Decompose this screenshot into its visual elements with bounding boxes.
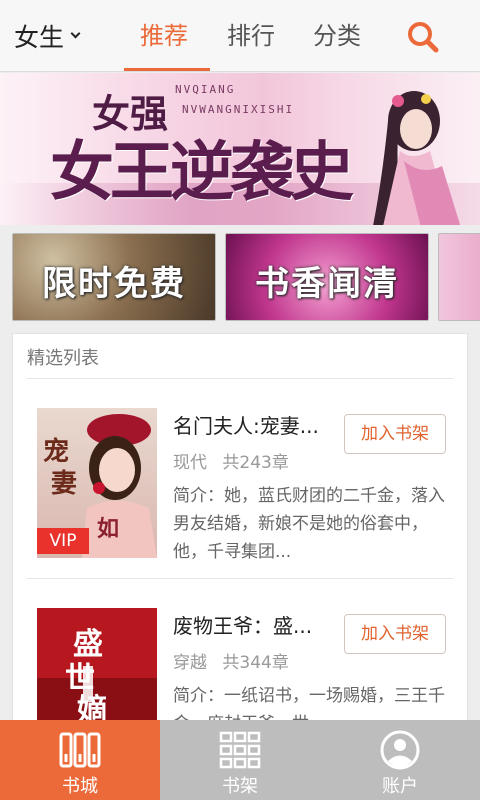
- svg-text:如: 如: [97, 516, 119, 542]
- book-cover: 宠 妻 如 VIP: [37, 408, 157, 558]
- book-title[interactable]: 名门夫人:宠妻...: [173, 410, 343, 439]
- book-meta: 现代 共243章: [173, 448, 299, 473]
- featured-list: 精选列表 宠 妻 如 VIP 名门夫人:宠妻... 现代 共243章 简介：她，…: [12, 333, 469, 734]
- cover-image: 盛 世 嫡: [37, 608, 157, 734]
- book-chapters: 共243章: [222, 453, 289, 473]
- nav-bookshelf[interactable]: 书架: [160, 720, 320, 800]
- gender-label: 女生: [14, 23, 65, 52]
- book-chapters: 共344章: [222, 653, 289, 673]
- list-item[interactable]: 宠 妻 如 VIP 名门夫人:宠妻... 现代 共243章 简介：她，蓝氏财团的…: [13, 386, 469, 586]
- divider: [27, 378, 453, 379]
- add-to-shelf-button[interactable]: 加入书架: [344, 614, 446, 654]
- search-icon[interactable]: [406, 20, 440, 54]
- tile-limited-free[interactable]: 限时免费: [12, 233, 216, 321]
- book-title[interactable]: 废物王爷：盛...: [173, 610, 343, 639]
- tile-partial[interactable]: [438, 233, 480, 321]
- nav-account[interactable]: 账户: [320, 720, 480, 800]
- book-description: 简介：她，蓝氏财团的二千金，落入男友结婚，新娘不是她的俗套中，他，千寻集团...: [173, 486, 445, 562]
- divider: [27, 578, 453, 579]
- bookstore-icon: [59, 732, 101, 768]
- banner-pinyin-line2: NVWANGNIXISHI: [182, 103, 295, 116]
- banner-title-line2: 女王逆袭史: [50, 135, 354, 210]
- vip-badge: VIP: [37, 528, 89, 554]
- tab-ranking[interactable]: 排行: [227, 18, 275, 54]
- svg-text:盛: 盛: [73, 627, 103, 662]
- banner-pinyin-line1: NVQIANG: [175, 83, 236, 96]
- category-tiles: 限时免费 书香闻清: [0, 233, 480, 323]
- active-tab-indicator: [124, 68, 210, 71]
- nav-bookstore[interactable]: 书城: [0, 720, 160, 800]
- list-title: 精选列表: [27, 348, 99, 369]
- svg-text:宠: 宠: [43, 436, 69, 467]
- tile-label: 书香闻清: [255, 264, 399, 304]
- book-cover: 盛 世 嫡: [37, 608, 157, 734]
- bookshelf-icon: [219, 731, 261, 769]
- bottom-navigation: 书城 书架 账户: [0, 720, 480, 800]
- banner-illustration: [373, 91, 461, 225]
- book-category: 现代: [173, 453, 207, 473]
- user-icon: [380, 730, 420, 770]
- book-category: 穿越: [173, 653, 207, 673]
- tab-category[interactable]: 分类: [313, 18, 361, 54]
- chevron-down-icon: [70, 28, 81, 38]
- featured-banner[interactable]: 女强 NVQIANG NVWANGNIXISHI 女王逆袭史: [0, 73, 480, 225]
- nav-label: 书架: [222, 776, 258, 797]
- nav-label: 账户: [382, 776, 418, 797]
- top-bar: 女生 推荐 排行 分类: [0, 0, 480, 72]
- gender-selector[interactable]: 女生: [14, 18, 81, 54]
- add-to-shelf-button[interactable]: 加入书架: [344, 414, 446, 454]
- tab-recommend[interactable]: 推荐: [140, 18, 188, 54]
- tile-book-fragrance[interactable]: 书香闻清: [225, 233, 429, 321]
- tile-label: 限时免费: [42, 264, 186, 304]
- svg-text:妻: 妻: [51, 469, 77, 499]
- book-meta: 穿越 共344章: [173, 648, 299, 673]
- nav-label: 书城: [62, 776, 98, 797]
